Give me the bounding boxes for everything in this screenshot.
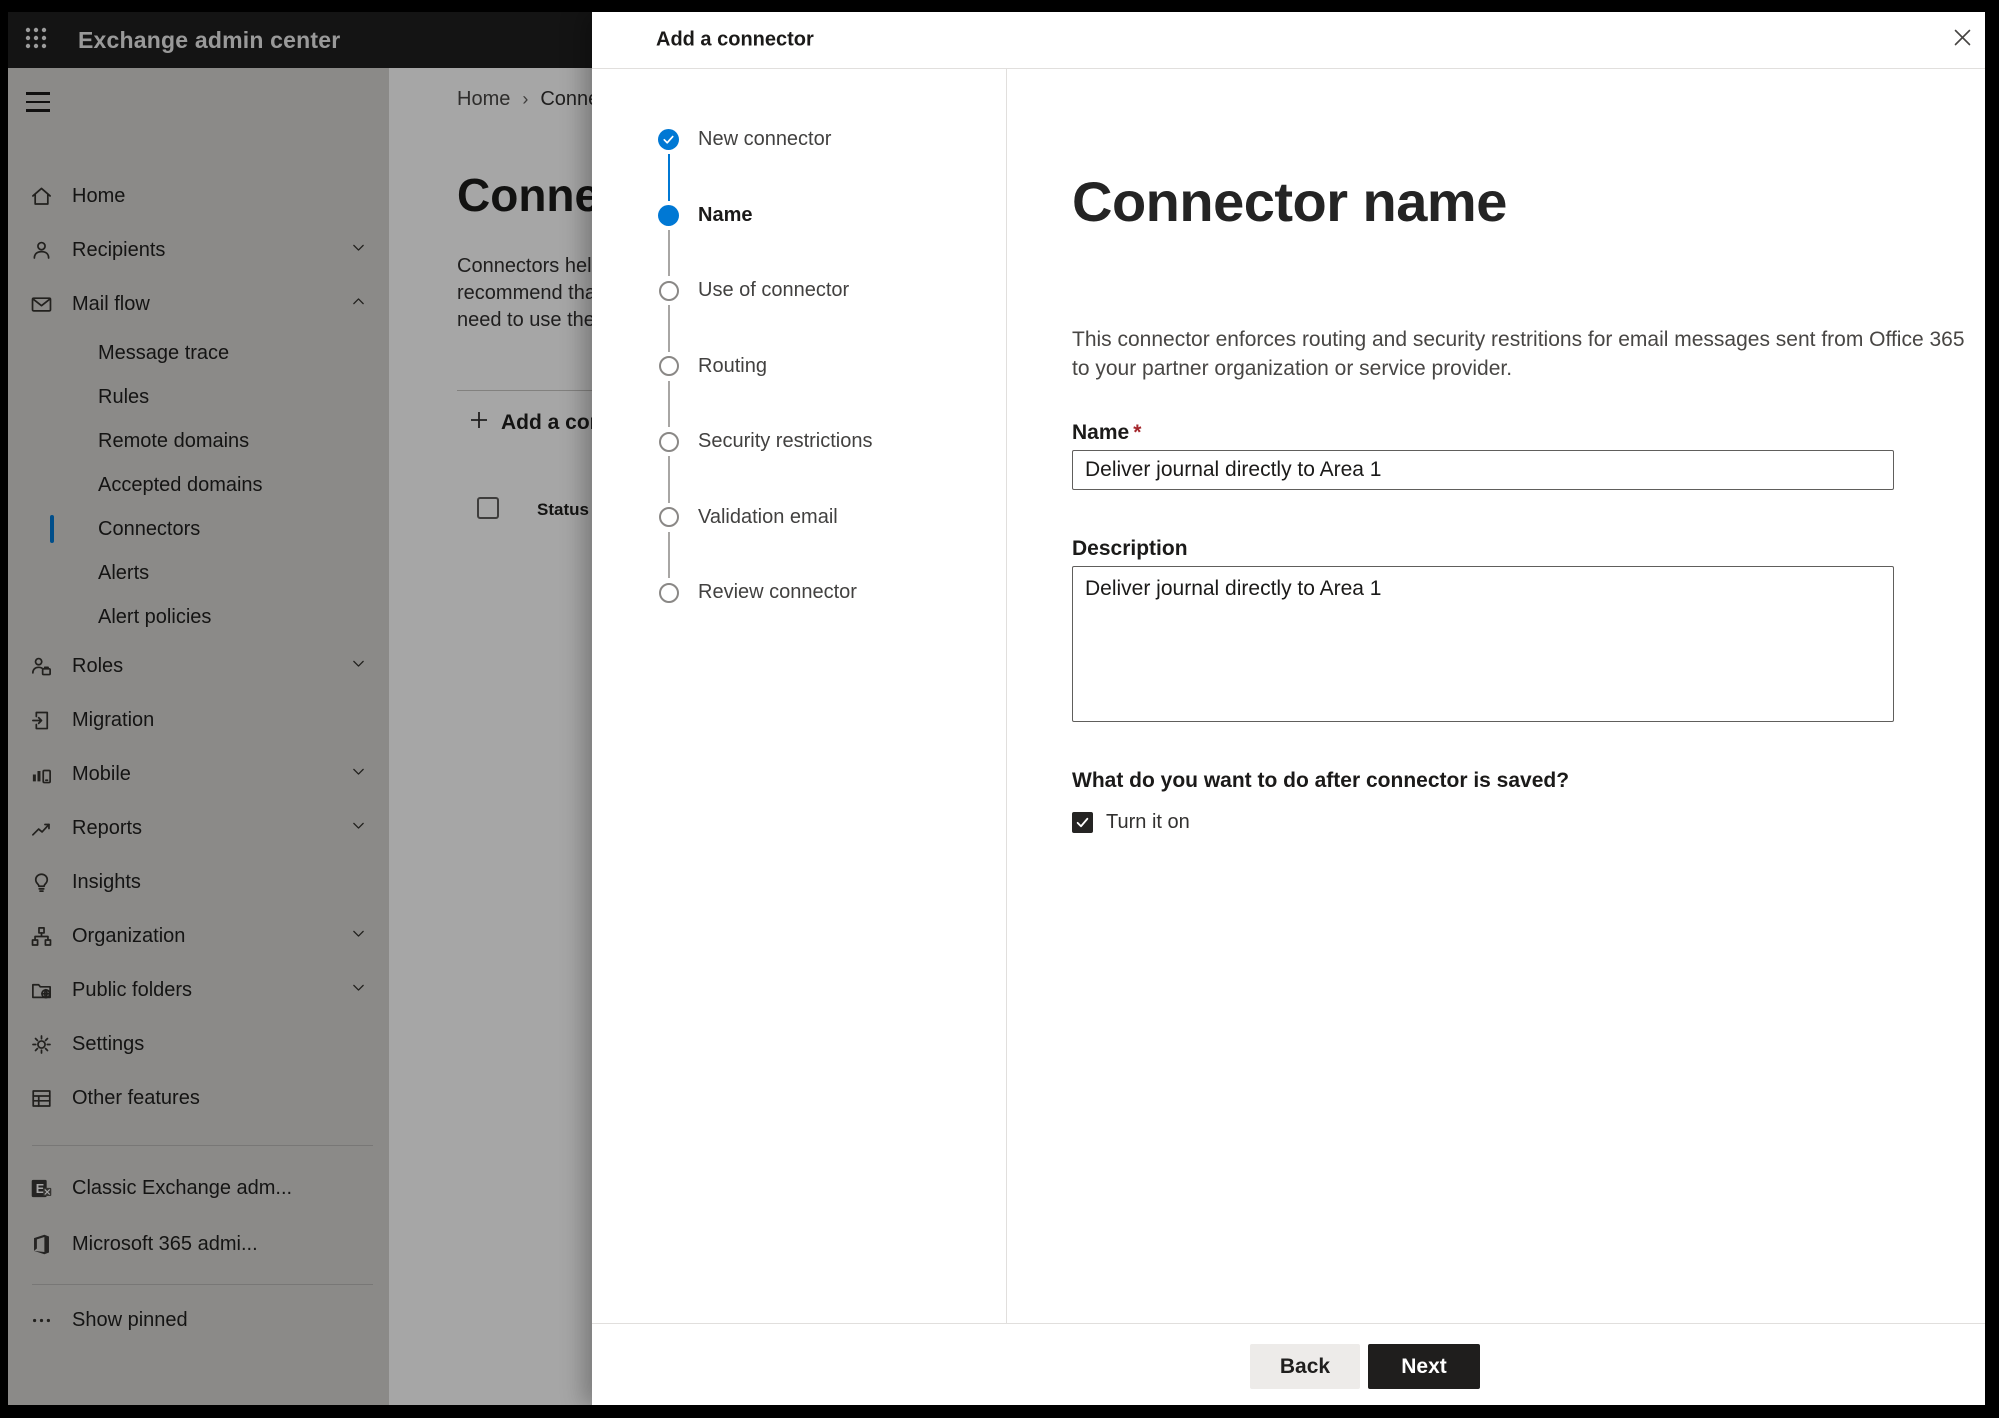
modal-dim-overlay bbox=[8, 12, 592, 1405]
after-save-question: What do you want to do after connector i… bbox=[1072, 769, 1570, 792]
wizard-step-routing[interactable]: Routing bbox=[592, 329, 1006, 427]
step-description: This connector enforces routing and secu… bbox=[1072, 328, 1965, 380]
screenshot-frame: Exchange admin center Home Recipients Mail… bbox=[0, 0, 1999, 1418]
step-label: Security restrictions bbox=[698, 430, 873, 453]
connector-description-textarea[interactable]: Deliver journal directly to Area 1 bbox=[1072, 566, 1894, 722]
step-upcoming-icon bbox=[659, 280, 679, 301]
step-upcoming-icon bbox=[659, 507, 679, 528]
description-field-label: Description bbox=[1072, 537, 1188, 560]
connector-name-input[interactable] bbox=[1072, 450, 1894, 490]
step-label: Review connector bbox=[698, 581, 857, 604]
step-upcoming-icon bbox=[659, 356, 679, 377]
back-button[interactable]: Back bbox=[1250, 1344, 1360, 1389]
turn-it-on-checkbox-row[interactable]: Turn it on bbox=[1072, 811, 1190, 834]
wizard-step-security-restrictions[interactable]: Security restrictions bbox=[592, 404, 1006, 503]
dialog-footer: Back Next bbox=[592, 1323, 1985, 1405]
add-connector-dialog: Add a connector New connector Name Use of … bbox=[592, 12, 1985, 1405]
wizard-step-list: New connector Name Use of connector Routing… bbox=[592, 102, 1006, 631]
step-label: Name bbox=[698, 203, 753, 226]
next-button[interactable]: Next bbox=[1368, 1344, 1480, 1389]
dialog-header: Add a connector bbox=[592, 12, 1985, 69]
wizard-step-name[interactable]: Name bbox=[592, 178, 1006, 276]
step-label: New connector bbox=[698, 128, 832, 151]
step-label: Validation email bbox=[698, 505, 838, 528]
close-button[interactable] bbox=[1948, 26, 1976, 54]
step-completed-icon bbox=[658, 129, 679, 151]
wizard-step-validation-email[interactable]: Validation email bbox=[592, 480, 1006, 578]
dialog-title: Add a connector bbox=[656, 28, 814, 51]
wizard-step-use-of-connector[interactable]: Use of connector bbox=[592, 253, 1006, 352]
required-asterisk: * bbox=[1133, 421, 1142, 444]
wizard-steps-panel: New connector Name Use of connector Routing… bbox=[592, 69, 1007, 1323]
checkbox-checked-icon[interactable] bbox=[1072, 812, 1093, 833]
app-window: Exchange admin center Home Recipients Mail… bbox=[8, 12, 1985, 1405]
step-current-icon bbox=[658, 204, 679, 226]
step-upcoming-icon bbox=[659, 431, 679, 452]
turn-it-on-label: Turn it on bbox=[1106, 811, 1190, 833]
step-upcoming-icon bbox=[659, 582, 679, 603]
step-label: Routing bbox=[698, 354, 767, 377]
step-heading: Connector name bbox=[1072, 170, 1507, 233]
wizard-step-content: Connector name This connector enforces r… bbox=[1008, 69, 1985, 1323]
close-icon bbox=[1952, 27, 1973, 53]
wizard-step-review-connector[interactable]: Review connector bbox=[592, 555, 1006, 631]
wizard-step-new-connector[interactable]: New connector bbox=[592, 102, 1006, 201]
step-label: Use of connector bbox=[698, 279, 850, 302]
name-field-label: Name * bbox=[1072, 421, 1142, 444]
